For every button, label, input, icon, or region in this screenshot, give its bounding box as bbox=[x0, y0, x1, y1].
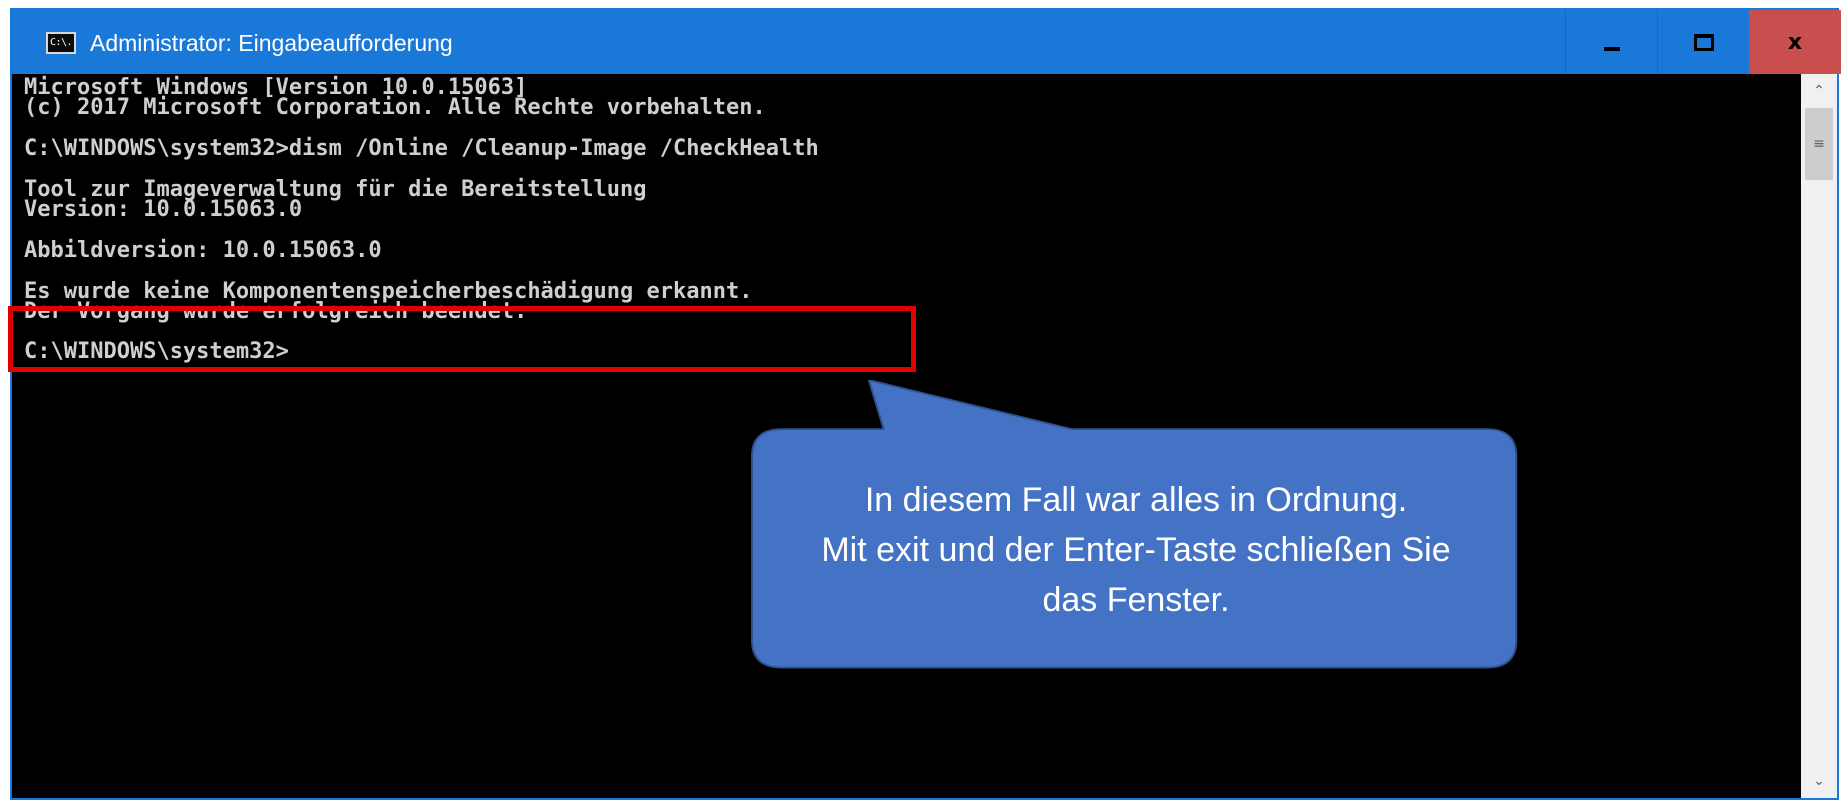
grip-icon: ≡ bbox=[1813, 136, 1825, 152]
close-icon: x bbox=[1787, 29, 1803, 55]
cmd-icon[interactable]: C:\. bbox=[46, 32, 76, 54]
minimize-icon bbox=[1604, 47, 1620, 51]
highlight-box bbox=[8, 306, 916, 372]
callout-line: das Fenster. bbox=[1042, 581, 1230, 619]
console-line: Version: 10.0.15063.0 bbox=[24, 197, 303, 222]
title-bar[interactable]: C:\. Administrator: Eingabeaufforderung … bbox=[12, 10, 1841, 74]
callout-line: Mit exit und der Enter-Taste schließen S… bbox=[821, 531, 1451, 569]
callout-bubble: In diesem Fall war alles in Ordnung. Mit… bbox=[750, 380, 1823, 670]
chevron-up-icon[interactable]: ⌃ bbox=[1801, 74, 1837, 108]
callout-text: In diesem Fall war alles in Ordnung. Mit… bbox=[750, 475, 1522, 625]
console-line: Abbildversion: 10.0.15063.0 bbox=[24, 238, 382, 263]
maximize-button[interactable] bbox=[1657, 10, 1750, 74]
close-button[interactable]: x bbox=[1749, 10, 1841, 74]
callout-line: In diesem Fall war alles in Ordnung. bbox=[864, 481, 1408, 519]
window-title: Administrator: Eingabeaufforderung bbox=[90, 30, 453, 56]
console-line: (c) 2017 Microsoft Corporation. Alle Rec… bbox=[24, 95, 766, 120]
maximize-icon bbox=[1694, 33, 1714, 51]
minimize-button[interactable] bbox=[1565, 10, 1658, 74]
scroll-thumb[interactable]: ≡ bbox=[1805, 108, 1833, 180]
chevron-down-icon[interactable]: ⌄ bbox=[1801, 764, 1837, 798]
console-line: C:\WINDOWS\system32>dism /Online /Cleanu… bbox=[24, 136, 819, 161]
